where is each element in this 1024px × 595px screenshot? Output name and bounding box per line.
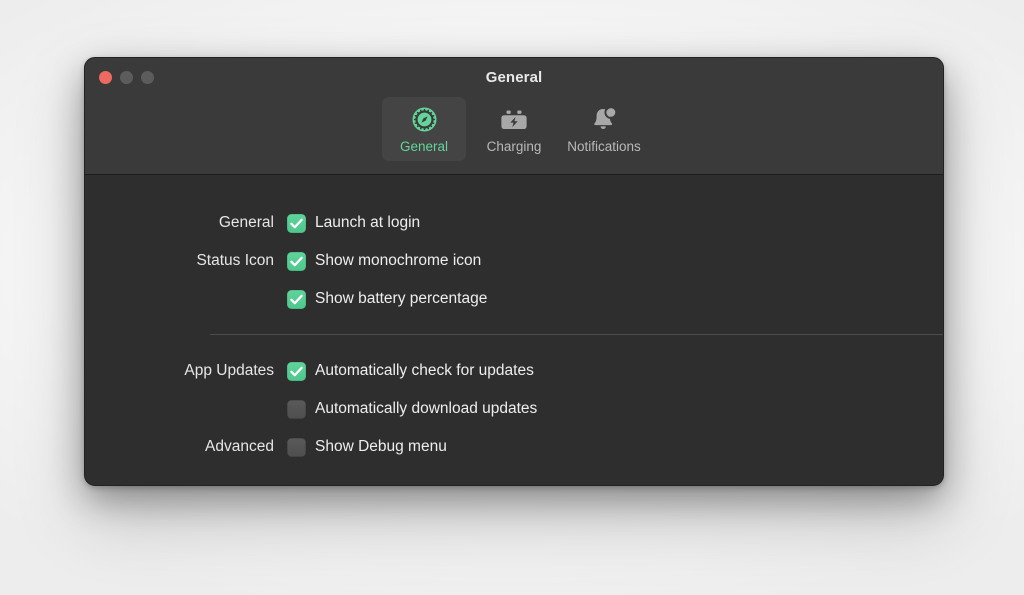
section-divider xyxy=(210,334,943,335)
tab-notifications[interactable]: Notifications xyxy=(562,97,646,161)
bell-badge-icon xyxy=(589,104,619,134)
checkbox-box[interactable] xyxy=(287,251,306,271)
battery-bolt-icon xyxy=(499,104,529,134)
checkbox-show-debug-menu[interactable]: Show Debug menu xyxy=(287,437,447,457)
row-label-app-updates: App Updates xyxy=(184,362,274,379)
row-show-battery-percentage: Show battery percentage xyxy=(85,280,943,318)
checkbox-box[interactable] xyxy=(287,399,306,419)
checkbox-label: Automatically check for updates xyxy=(315,362,534,379)
toolbar-tab-group: General Charging Notifications xyxy=(85,97,943,161)
row-show-monochrome-icon: Status Icon Show monochrome icon xyxy=(85,242,943,280)
row-show-debug-menu: Advanced Show Debug menu xyxy=(85,428,943,466)
tab-charging-label: Charging xyxy=(486,139,542,154)
row-label-status-icon: Status Icon xyxy=(196,252,274,269)
row-label-advanced: Advanced xyxy=(205,438,274,455)
tab-charging[interactable]: Charging xyxy=(472,97,556,161)
checkbox-box[interactable] xyxy=(287,289,306,309)
checkbox-box[interactable] xyxy=(287,437,306,457)
tab-notifications-label: Notifications xyxy=(567,139,641,154)
row-auto-download-updates: Automatically download updates xyxy=(85,390,943,428)
row-launch-at-login: General Launch at login xyxy=(85,204,943,242)
tab-general[interactable]: General xyxy=(382,97,466,161)
checkbox-box[interactable] xyxy=(287,361,306,381)
section-general: General Launch at login Status Icon Show… xyxy=(85,204,943,318)
checkbox-label: Launch at login xyxy=(315,214,421,231)
checkbox-label: Show battery percentage xyxy=(315,290,488,307)
checkbox-launch-at-login[interactable]: Launch at login xyxy=(287,213,421,233)
checkbox-auto-check-updates[interactable]: Automatically check for updates xyxy=(287,361,534,381)
checkbox-label: Show Debug menu xyxy=(315,438,447,455)
window-title: General xyxy=(485,69,543,86)
tab-general-label: General xyxy=(399,139,449,154)
preferences-content: General Launch at login Status Icon Show… xyxy=(85,175,943,485)
window-titlebar: General General Charging Notifications xyxy=(85,58,943,175)
gear-circle-icon xyxy=(409,104,439,134)
checkbox-label: Automatically download updates xyxy=(315,400,538,417)
row-label-general: General xyxy=(218,214,274,231)
preferences-window: General General Charging Notifications G… xyxy=(84,57,944,486)
row-auto-check-updates: App Updates Automatically check for upda… xyxy=(85,352,943,390)
checkbox-box[interactable] xyxy=(287,213,306,233)
checkbox-auto-download-updates[interactable]: Automatically download updates xyxy=(287,399,538,419)
checkbox-show-monochrome-icon[interactable]: Show monochrome icon xyxy=(287,251,482,271)
checkbox-label: Show monochrome icon xyxy=(315,252,482,269)
section-updates: App Updates Automatically check for upda… xyxy=(85,352,943,466)
checkbox-show-battery-percentage[interactable]: Show battery percentage xyxy=(287,289,488,309)
